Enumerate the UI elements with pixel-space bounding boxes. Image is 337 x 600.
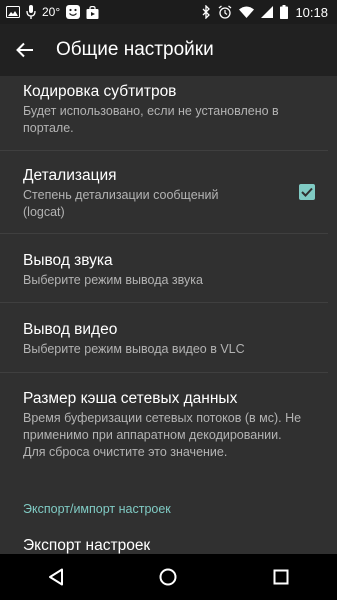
setting-title: Размер кэша сетевых данных <box>23 390 238 407</box>
home-circle-icon[interactable] <box>138 554 198 600</box>
cell-signal-icon <box>261 6 274 18</box>
setting-export[interactable]: Экспорт настроек <box>0 536 337 554</box>
setting-summary: Время буферизации сетевых потоков (в мс)… <box>23 411 302 459</box>
bluetooth-icon <box>202 5 211 19</box>
setting-title: Кодировка субтитров <box>23 83 177 100</box>
setting-title: Вывод видео <box>23 321 118 338</box>
setting-subtitle-encoding[interactable]: Кодировка субтитров Будет использовано, … <box>0 82 337 137</box>
wifi-icon <box>239 6 255 18</box>
settings-list[interactable]: Кодировка субтитров Будет использовано, … <box>0 76 337 554</box>
status-bar: 20° 10:18 <box>0 0 337 24</box>
divider <box>0 372 328 373</box>
setting-summary: Будет использовано, если не установлено … <box>23 104 279 135</box>
bag-icon <box>86 5 99 19</box>
setting-summary: Выберите режим вывода звука <box>23 273 203 287</box>
page-title: Общие настройки <box>56 39 214 60</box>
verbosity-checkbox[interactable] <box>299 184 315 200</box>
divider <box>0 233 328 234</box>
temperature-text: 20° <box>42 5 61 19</box>
divider <box>0 302 328 303</box>
image-icon <box>6 6 20 18</box>
clock-text: 10:18 <box>295 4 328 20</box>
setting-verbosity[interactable]: Детализация Степень детализации сообщени… <box>0 166 337 221</box>
microphone-icon <box>26 5 36 19</box>
setting-summary: Выберите режим вывода видео в VLC <box>23 342 245 356</box>
setting-title: Детализация <box>23 167 117 184</box>
battery-icon <box>280 5 289 19</box>
setting-video-output[interactable]: Вывод видео Выберите режим вывода видео … <box>0 320 337 358</box>
setting-audio-output[interactable]: Вывод звука Выберите режим вывода звука <box>0 251 337 289</box>
category-header-export: Экспорт/импорт настроек <box>23 502 171 516</box>
back-triangle-icon[interactable] <box>26 554 86 600</box>
back-arrow-icon[interactable] <box>0 24 50 76</box>
alarm-icon <box>218 5 232 19</box>
setting-network-cache[interactable]: Размер кэша сетевых данных Время буфериз… <box>0 389 337 461</box>
setting-summary: Степень детализации сообщений (logcat) <box>23 188 219 219</box>
recents-square-icon[interactable] <box>251 554 311 600</box>
setting-title: Вывод звука <box>23 252 113 269</box>
divider <box>0 150 328 151</box>
system-nav-bar <box>0 554 337 600</box>
setting-title: Экспорт настроек <box>23 537 151 554</box>
emoji-icon <box>66 5 81 19</box>
app-toolbar: Общие настройки <box>0 24 337 76</box>
